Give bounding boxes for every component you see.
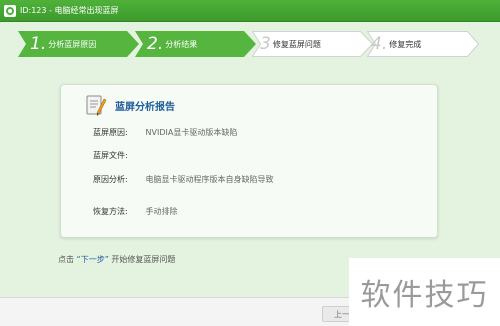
row-value: NVIDIA显卡驱动版本缺陷 [145,128,238,137]
window-title: ID:123 - 电脑经常出现蓝屏 [20,6,119,15]
report-document-icon [85,93,107,119]
row-label: 蓝屏原因: [93,128,128,137]
hint-suffix: 开始修复蓝屏问题 [111,255,176,264]
step-4: 4. 修复完成 [367,31,479,57]
step-1-label: 分析蓝屏原因 [48,39,97,49]
title-bar: ID:123 - 电脑经常出现蓝屏 [0,0,500,22]
hint-prefix: 点击 [58,255,74,264]
step-1-number: 1. [30,34,47,54]
report-card: 蓝屏分析报告 蓝屏原因: NVIDIA显卡驱动版本缺陷 蓝屏文件: 原因分析: … [60,84,438,238]
watermark: 软件技巧 [349,258,500,326]
row-bluescreen-cause: 蓝屏原因: NVIDIA显卡驱动版本缺陷 [93,127,237,138]
app-logo-icon [4,4,16,17]
row-bluescreen-file: 蓝屏文件: [93,150,143,161]
step-3-label: 修复蓝屏问题 [272,39,321,49]
row-value: 电脑显卡驱动程序版本自身缺陷导致 [145,175,274,184]
hint-next-link: “下一步” [76,255,109,264]
step-2: 2. 分析结果 [135,31,256,57]
row-recovery-method: 恢复方法: 手动排除 [93,206,178,217]
step-2-label: 分析结果 [165,39,198,49]
report-title: 蓝屏分析报告 [115,102,175,113]
step-4-label: 修复完成 [389,39,422,49]
step-3-number: 3 [260,34,271,54]
row-value: 手动排除 [145,207,178,216]
step-3: 3 修复蓝屏问题 [252,31,373,57]
step-progress-bar: 1. 分析蓝屏原因 2. 分析结果 3 修复蓝屏问题 4. 修复完成 [0,31,500,57]
row-label: 原因分析: [93,175,128,184]
row-label: 蓝屏文件: [93,151,128,160]
row-label: 恢复方法: [93,207,128,216]
row-cause-analysis: 原因分析: 电脑显卡驱动程序版本自身缺陷导致 [93,174,274,185]
step-1: 1. 分析蓝屏原因 [18,31,139,57]
step-2-number: 2. [147,34,164,54]
next-step-hint: 点击 “下一步” 开始修复蓝屏问题 [58,254,175,265]
step-4-number: 4. [371,34,388,54]
